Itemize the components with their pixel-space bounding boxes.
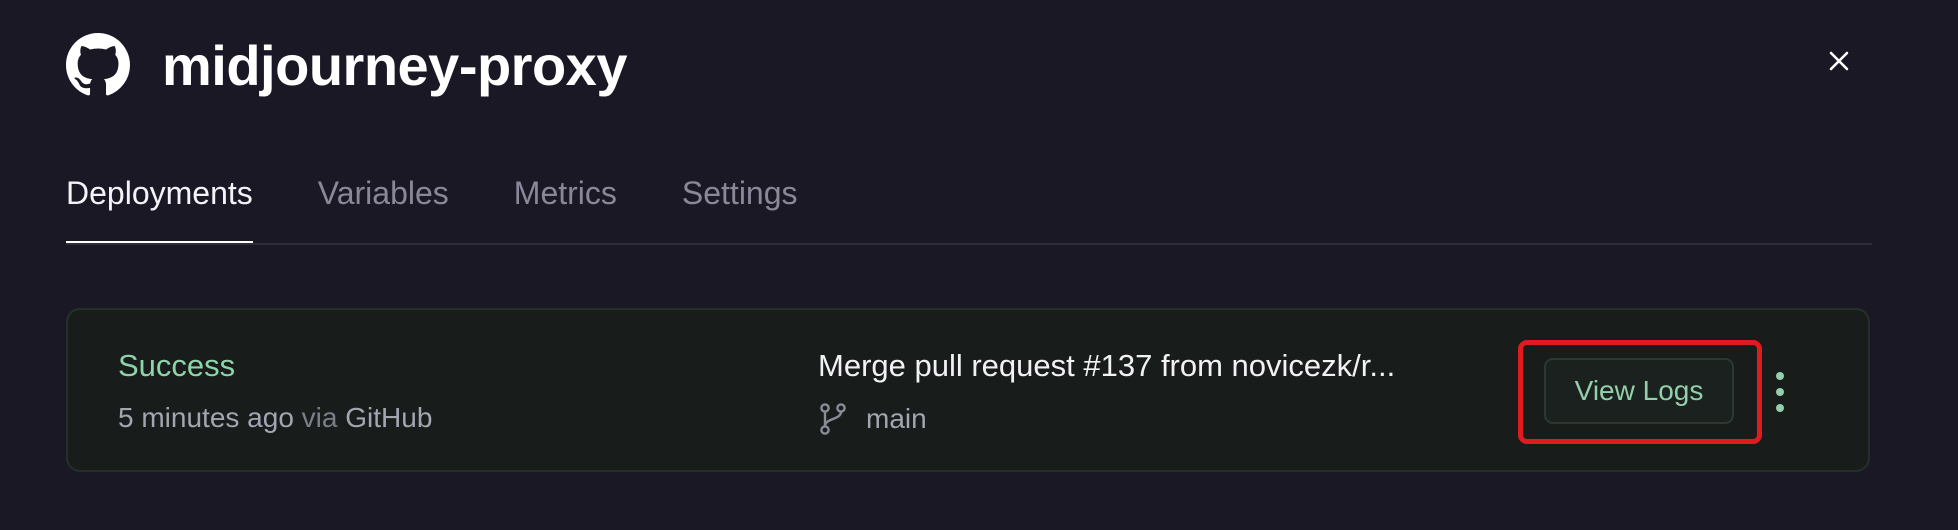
deployment-meta: 5 minutes ago via GitHub [118, 402, 432, 434]
project-header: midjourney-proxy [66, 30, 627, 100]
tab-bar: Deployments Variables Metrics Settings [66, 160, 1872, 245]
deployment-time: 5 minutes ago [118, 402, 294, 433]
tab-variables[interactable]: Variables [318, 160, 449, 241]
via-label: via [301, 402, 338, 433]
close-icon [1827, 49, 1851, 78]
more-dot [1776, 372, 1784, 380]
branch-name: main [866, 403, 927, 434]
close-button[interactable] [1822, 46, 1856, 80]
branch-info: main [818, 402, 927, 436]
github-icon [66, 33, 130, 97]
tab-metrics[interactable]: Metrics [514, 160, 617, 241]
more-vertical-icon[interactable] [1768, 368, 1792, 416]
more-dot [1776, 388, 1784, 396]
tab-deployments[interactable]: Deployments [66, 160, 253, 243]
commit-message: Merge pull request #137 from novicezk/r.… [818, 348, 1396, 383]
tab-settings[interactable]: Settings [682, 160, 798, 241]
deployment-source: GitHub [345, 402, 433, 433]
view-logs-button[interactable]: View Logs [1544, 358, 1734, 424]
deployment-status: Success [118, 348, 236, 383]
more-dot [1776, 404, 1784, 412]
git-branch-icon [818, 402, 848, 436]
project-title: midjourney-proxy [162, 33, 627, 97]
deployment-card[interactable]: Success 5 minutes ago via GitHub Merge p… [66, 308, 1870, 472]
